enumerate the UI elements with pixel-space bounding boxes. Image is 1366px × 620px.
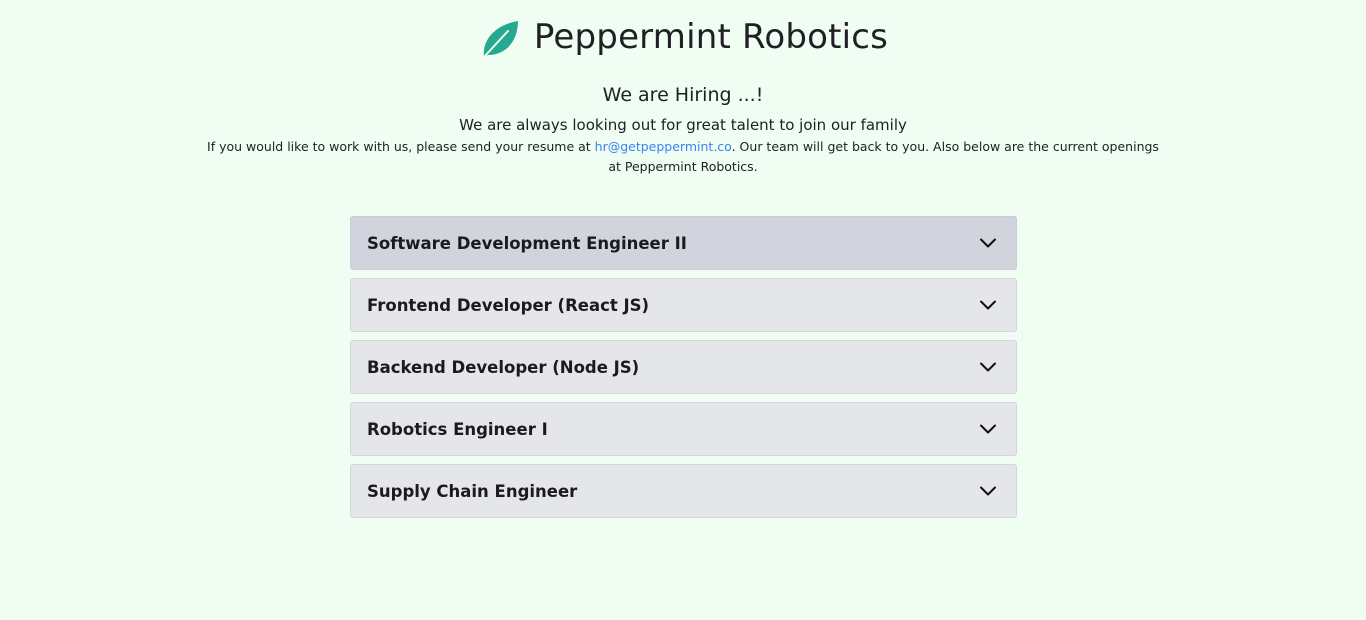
brand-header: Peppermint Robotics [0,13,1366,61]
opening-item-sde-ii[interactable]: Software Development Engineer II [350,216,1017,270]
chevron-down-icon [980,238,996,248]
opening-label: Backend Developer (Node JS) [367,357,640,377]
chevron-down-icon [980,486,996,496]
opening-label: Robotics Engineer I [367,419,548,439]
opening-label: Supply Chain Engineer [367,481,578,501]
openings-accordion: Software Development Engineer II Fronten… [350,216,1017,526]
opening-item-backend-developer[interactable]: Backend Developer (Node JS) [350,340,1017,394]
chevron-down-icon [980,362,996,372]
opening-label: Frontend Developer (React JS) [367,295,650,315]
chevron-down-icon [980,424,996,434]
leaf-icon [482,21,518,58]
chevron-down-icon [980,300,996,310]
opening-item-supply-chain-engineer[interactable]: Supply Chain Engineer [350,464,1017,518]
opening-item-robotics-engineer[interactable]: Robotics Engineer I [350,402,1017,456]
opening-item-frontend-developer[interactable]: Frontend Developer (React JS) [350,278,1017,332]
email-link[interactable]: hr@getpeppermint.co [595,139,732,154]
opening-label: Software Development Engineer II [367,233,687,253]
tagline: We are always looking out for great tale… [459,116,907,134]
intro-text-before: If you would like to work with us, pleas… [207,139,595,154]
hiring-heading: We are Hiring ...! [602,84,764,106]
brand-title: Peppermint Robotics [533,17,889,57]
intro-paragraph: If you would like to work with us, pleas… [203,137,1163,177]
